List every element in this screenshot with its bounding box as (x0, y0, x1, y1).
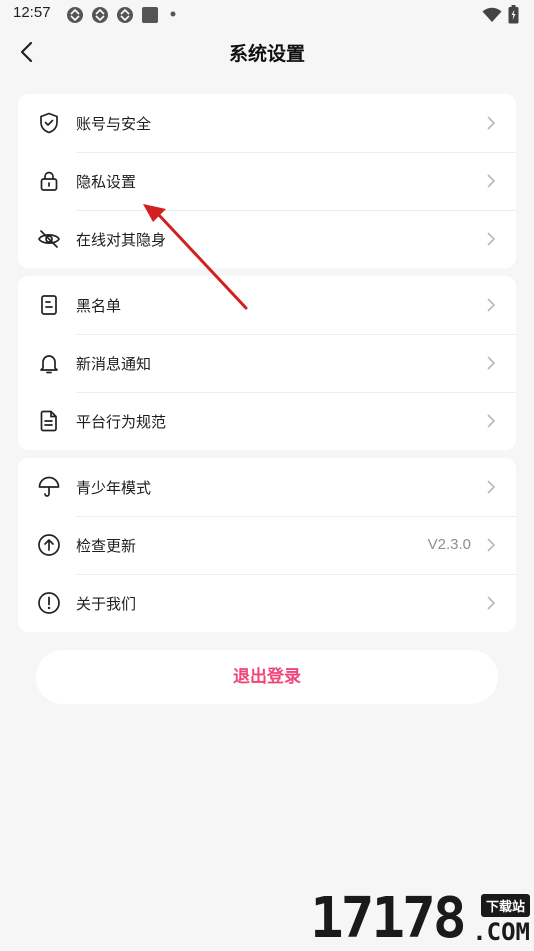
sync-icon (117, 7, 133, 23)
shield-check-icon (40, 112, 58, 134)
chevron-right-icon (487, 116, 496, 130)
settings-group-account: 账号与安全 隐私设置 在线对其隐身 (18, 94, 516, 268)
wifi-icon (482, 7, 502, 22)
chevron-right-icon (487, 298, 496, 312)
settings-item-label: 账号与安全 (76, 115, 152, 133)
status-time: 12:57 (13, 4, 51, 21)
header: 系统设置 (0, 30, 534, 74)
settings-item-notifications[interactable]: 新消息通知 (18, 334, 516, 392)
document-icon (40, 410, 57, 432)
settings-item-label: 检查更新 (76, 537, 137, 555)
chevron-right-icon (487, 538, 496, 552)
settings-item-label: 青少年模式 (76, 479, 152, 497)
settings-item-label: 在线对其隐身 (76, 231, 167, 249)
chevron-right-icon (487, 480, 496, 494)
chevron-right-icon (487, 596, 496, 610)
lock-icon (40, 171, 58, 191)
eye-off-icon (38, 230, 60, 248)
watermark-digits: 17178 (310, 886, 467, 951)
chevron-right-icon (487, 232, 496, 246)
settings-group-notifications: 黑名单 新消息通知 平台行为规范 (18, 276, 516, 450)
dot-icon (170, 11, 176, 17)
sync-icon (92, 7, 108, 23)
watermark-tag: 下载站 (480, 894, 530, 917)
settings-item-label: 黑名单 (76, 297, 122, 315)
settings-item-check-update[interactable]: 检查更新 V2.3.0 (18, 516, 516, 574)
chevron-right-icon (487, 356, 496, 370)
chevron-right-icon (487, 174, 496, 188)
bell-icon (40, 355, 58, 374)
watermark-suffix: .COM (472, 918, 530, 946)
info-circle-icon (38, 592, 60, 614)
settings-item-teen-mode[interactable]: 青少年模式 (18, 458, 516, 516)
settings-item-label: 隐私设置 (76, 173, 137, 191)
chevron-right-icon (487, 414, 496, 428)
settings-item-label: 关于我们 (76, 595, 137, 613)
settings-item-platform-rules[interactable]: 平台行为规范 (18, 392, 516, 450)
settings-item-label: 新消息通知 (76, 355, 152, 373)
settings-item-account-security[interactable]: 账号与安全 (18, 94, 516, 152)
settings-item-blacklist[interactable]: 黑名单 (18, 276, 516, 334)
arrow-up-circle-icon (38, 534, 60, 556)
settings-item-label: 平台行为规范 (76, 413, 167, 431)
version-value: V2.3.0 (427, 536, 471, 553)
logout-button[interactable]: 退出登录 (36, 650, 498, 704)
app-square-icon (142, 7, 158, 23)
list-doc-icon (41, 295, 57, 315)
watermark-logo: 17178 下载站 .COM (306, 888, 534, 950)
umbrella-icon (38, 476, 60, 497)
settings-item-about-us[interactable]: 关于我们 (18, 574, 516, 632)
status-bar: 12:57 (0, 0, 534, 30)
settings-item-invisible-online[interactable]: 在线对其隐身 (18, 210, 516, 268)
battery-icon (508, 5, 519, 24)
settings-group-about: 青少年模式 检查更新 V2.3.0 关于我们 (18, 458, 516, 632)
sync-icon (67, 7, 83, 23)
page-title: 系统设置 (228, 43, 305, 65)
settings-item-privacy[interactable]: 隐私设置 (18, 152, 516, 210)
